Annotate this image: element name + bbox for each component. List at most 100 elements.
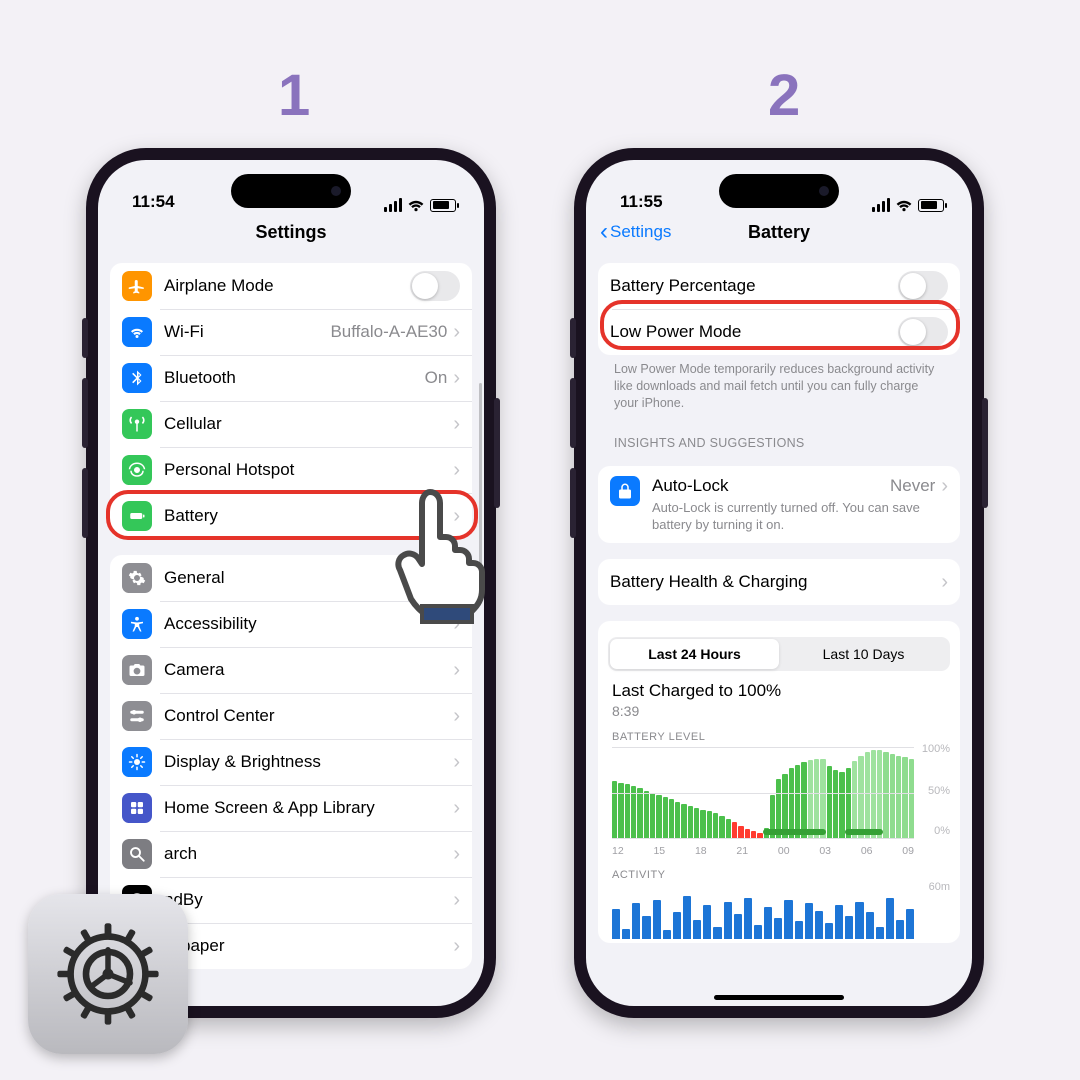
toggle[interactable] [410,271,460,301]
battery-level-bar [858,756,863,839]
x-tick: 18 [695,845,707,857]
y-axis-0: 0% [934,825,950,837]
battery-health-group: Battery Health & Charging › [598,559,960,605]
x-tick: 15 [653,845,665,857]
activity-bar [642,916,650,939]
row-camera[interactable]: Camera› [110,647,472,693]
battery-content[interactable]: Battery Percentage Low Power Mode Low Po… [586,253,972,1006]
chevron-left-icon: ‹ [600,220,608,244]
activity-bar [622,929,630,940]
battery-level-bar [896,756,901,839]
row-wi-fi[interactable]: Wi-FiBuffalo-A-AE30› [110,309,472,355]
y-axis-50: 50% [928,785,950,797]
chevron-right-icon: › [453,460,460,480]
row-control-center[interactable]: Control Center› [110,693,472,739]
row-battery-percentage[interactable]: Battery Percentage [598,263,960,309]
activity-bar [754,925,762,939]
insights-group: Auto-Lock Never › Auto-Lock is currently… [598,466,960,544]
chevron-right-icon: › [453,844,460,864]
activity-bar [693,920,701,940]
hotspot-icon [122,455,152,485]
low-power-mode-description: Low Power Mode temporarily reduces backg… [598,359,960,426]
chevron-right-icon: › [941,572,948,592]
last-charged-time: 8:39 [608,701,950,727]
chevron-right-icon: › [453,890,460,910]
row-label: Display & Brightness [164,752,453,772]
page-title: Battery [748,222,810,242]
activity-bar [835,905,843,939]
phone-2-frame: 11:55 ‹ Settings Battery Battery Percent… [574,148,984,1018]
activity-chart: 60m [608,885,950,939]
seg-last-10-days[interactable]: Last 10 Days [779,639,948,669]
cellular-signal-icon [384,198,402,212]
insights-section-header: INSIGHTS AND SUGGESTIONS [598,426,960,456]
toggle-battery-percentage[interactable] [898,271,948,301]
row-low-power-mode[interactable]: Low Power Mode [598,309,960,355]
home-indicator[interactable] [714,995,844,1000]
activity-bar [673,912,681,939]
back-button[interactable]: ‹ Settings [600,220,671,244]
activity-bar [663,930,671,939]
x-tick: 03 [819,845,831,857]
row-bluetooth[interactable]: BluetoothOn› [110,355,472,401]
activity-bar [795,921,803,939]
row-label: Home Screen & App Library [164,798,453,818]
toggle-low-power-mode[interactable] [898,317,948,347]
settings-list[interactable]: Airplane ModeWi-FiBuffalo-A-AE30›Bluetoo… [98,253,484,1006]
volume-up-button [82,378,88,448]
volume-down-button [82,468,88,538]
row-label: Personal Hotspot [164,460,453,480]
row-detail: Buffalo-A-AE30 [330,322,447,342]
nav-bar: Settings [98,216,484,253]
battery-health-label: Battery Health & Charging [610,572,941,592]
activity-bar [825,923,833,939]
status-time: 11:55 [620,192,663,212]
activity-bar [632,903,640,939]
search-icon [122,839,152,869]
auto-lock-value: Never [890,476,935,496]
row-arch[interactable]: arch› [110,831,472,877]
step-1-label: 1 [278,62,310,129]
activity-bar [805,903,813,939]
row-cellular[interactable]: Cellular› [110,401,472,447]
x-tick: 09 [902,845,914,857]
battery-level-bar [846,768,851,838]
label-low-power-mode: Low Power Mode [610,322,898,342]
cellular-icon [122,409,152,439]
activity-bar [855,902,863,940]
row-detail: On [425,368,448,388]
dynamic-island [719,174,839,208]
airplane-icon [122,271,152,301]
battery-level-bar [789,768,794,838]
auto-lock-label: Auto-Lock [652,476,890,496]
chevron-right-icon: › [453,798,460,818]
seg-last-24-hours[interactable]: Last 24 Hours [610,639,779,669]
row-home-screen-app-library[interactable]: Home Screen & App Library› [110,785,472,831]
activity-bar [845,916,853,939]
battery-icon [918,199,944,212]
row-airplane-mode[interactable]: Airplane Mode [110,263,472,309]
row-label: Bluetooth [164,368,425,388]
row-label: Camera [164,660,453,680]
battery-level-bar [808,760,813,838]
activity-bar [815,911,823,940]
battery-level-bar [827,766,832,838]
volume-up-button [570,378,576,448]
row-display-brightness[interactable]: Display & Brightness› [110,739,472,785]
battery-level-bar [820,759,825,838]
phone-2-screen: 11:55 ‹ Settings Battery Battery Percent… [586,160,972,1006]
camera-icon [122,655,152,685]
accessibility-icon [122,609,152,639]
chevron-right-icon: › [453,322,460,342]
bluetooth-icon [122,363,152,393]
row-auto-lock[interactable]: Auto-Lock Never › Auto-Lock is currently… [598,466,960,544]
nav-bar: ‹ Settings Battery [586,216,972,253]
battery-level-bar [909,759,914,838]
battery-level-bar [877,750,882,838]
battery-level-bar [902,757,907,838]
chevron-right-icon: › [453,936,460,956]
row-battery-health[interactable]: Battery Health & Charging › [598,559,960,605]
time-range-segmented-control[interactable]: Last 24 Hours Last 10 Days [608,637,950,671]
battery-level-bar [871,750,876,838]
chevron-right-icon: › [453,752,460,772]
